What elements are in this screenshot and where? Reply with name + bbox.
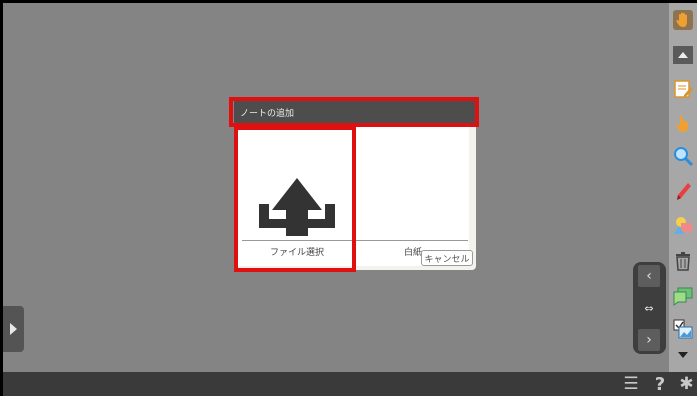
trash-icon[interactable] [671,247,695,275]
cancel-button[interactable]: キャンセル [421,250,473,266]
note-edit-icon[interactable] [671,75,695,103]
help-icon[interactable]: ? [649,372,671,396]
scroll-down-icon[interactable] [671,344,695,366]
expand-arrow-icon [10,323,17,335]
next-page-button[interactable]: › [638,329,660,351]
scroll-up-icon[interactable] [671,44,695,66]
hand-pointer-icon[interactable] [671,109,695,137]
dialog-title: ノートの追加 [234,101,476,123]
list-icon[interactable]: ☰ [620,372,642,396]
image-check-icon[interactable] [671,315,695,343]
bottom-toolbar [3,372,697,396]
prev-page-button[interactable]: ‹ [638,265,660,287]
hand-icon[interactable] [671,6,695,34]
upload-tray-icon [259,204,335,228]
blank-page-option[interactable] [355,124,471,242]
pen-icon[interactable] [671,177,695,205]
magnifier-icon[interactable] [671,142,695,170]
settings-icon[interactable]: ✱ [676,372,697,396]
left-panel-toggle[interactable] [3,306,24,352]
fit-width-button[interactable]: ⇔ [638,297,660,319]
option-divider [242,240,468,241]
shapes-icon[interactable] [671,211,695,239]
comment-icon[interactable] [671,281,695,309]
file-select-label: ファイル選択 [269,248,324,258]
